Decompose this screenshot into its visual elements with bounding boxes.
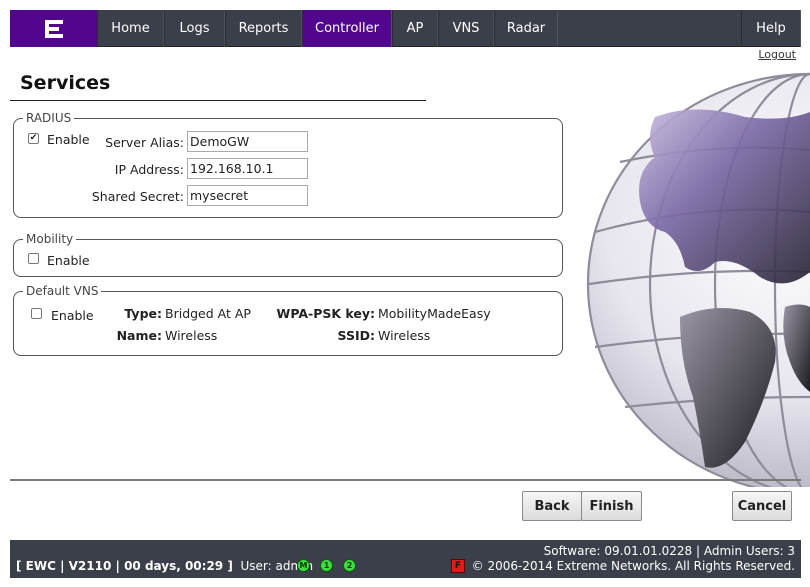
ip-address-input[interactable]: 192.168.10.1 xyxy=(187,158,308,179)
top-nav-bar: Home Logs Reports Controller AP VNS Rada… xyxy=(10,10,801,47)
tab-vns[interactable]: VNS xyxy=(438,10,494,47)
software-version: Software: 09.01.01.0228 | Admin Users: 3 xyxy=(543,544,795,558)
vns-enable-label: Enable xyxy=(51,308,94,323)
controller-status: [ EWC | V2110 | 00 days, 00:29 ] xyxy=(16,559,233,573)
vns-name-label: Name: xyxy=(116,328,162,343)
default-vns-fieldset: Default VNS xyxy=(13,284,563,356)
shared-secret-input[interactable]: mysecret xyxy=(187,185,308,206)
ssid-value: Wireless xyxy=(378,328,431,343)
radius-enable-checkbox[interactable]: ✔ xyxy=(28,133,39,144)
cancel-button[interactable]: Cancel xyxy=(732,491,792,521)
copyright: © 2006-2014 Extreme Networks. All Rights… xyxy=(471,559,795,573)
tab-home[interactable]: Home xyxy=(97,10,164,47)
tab-help[interactable]: Help xyxy=(741,10,801,47)
tab-ap[interactable]: AP xyxy=(392,10,438,47)
vns-type-label: Type: xyxy=(124,306,162,321)
server-alias-label: Server Alias: xyxy=(105,135,184,150)
flag-status-icon[interactable]: F xyxy=(451,559,465,573)
one-status-icon[interactable]: 1 xyxy=(320,559,333,572)
wpa-psk-key-value: MobilityMadeEasy xyxy=(378,306,491,321)
tab-radar[interactable]: Radar xyxy=(494,10,558,47)
m-status-icon[interactable]: M xyxy=(297,559,310,572)
finish-button[interactable]: Finish xyxy=(581,491,642,521)
default-vns-legend: Default VNS xyxy=(23,284,102,298)
mobility-enable-label: Enable xyxy=(47,253,90,268)
tab-logs[interactable]: Logs xyxy=(164,10,225,47)
tab-controller[interactable]: Controller xyxy=(302,10,392,47)
title-divider xyxy=(10,100,426,101)
mobility-legend: Mobility xyxy=(23,232,77,246)
tab-reports[interactable]: Reports xyxy=(225,10,302,47)
vns-name-value: Wireless xyxy=(165,328,218,343)
page-title: Services xyxy=(20,72,111,94)
back-button[interactable]: Back xyxy=(522,491,582,521)
vns-enable-checkbox[interactable] xyxy=(31,308,42,319)
status-footer: [ EWC | V2110 | 00 days, 00:29 ] User: a… xyxy=(10,540,801,578)
ssid-label: SSID: xyxy=(337,328,375,343)
two-status-icon[interactable]: 2 xyxy=(343,559,356,572)
mobility-fieldset: Mobility xyxy=(13,232,563,277)
logout-link[interactable]: Logout xyxy=(758,48,796,61)
footer-status: [ EWC | V2110 | 00 days, 00:29 ] User: a… xyxy=(16,559,313,573)
shared-secret-label: Shared Secret: xyxy=(91,189,184,204)
radius-legend: RADIUS xyxy=(23,111,75,125)
vns-type-value: Bridged At AP xyxy=(165,306,251,321)
extreme-logo[interactable] xyxy=(10,10,97,47)
extreme-e-icon xyxy=(44,19,63,38)
mobility-enable-checkbox[interactable] xyxy=(28,253,39,264)
ip-address-label: IP Address: xyxy=(114,162,184,177)
globe-graphic xyxy=(586,72,810,487)
bottom-divider xyxy=(10,479,801,481)
server-alias-input[interactable]: DemoGW xyxy=(187,131,308,152)
wpa-psk-key-label: WPA-PSK key: xyxy=(276,306,375,321)
